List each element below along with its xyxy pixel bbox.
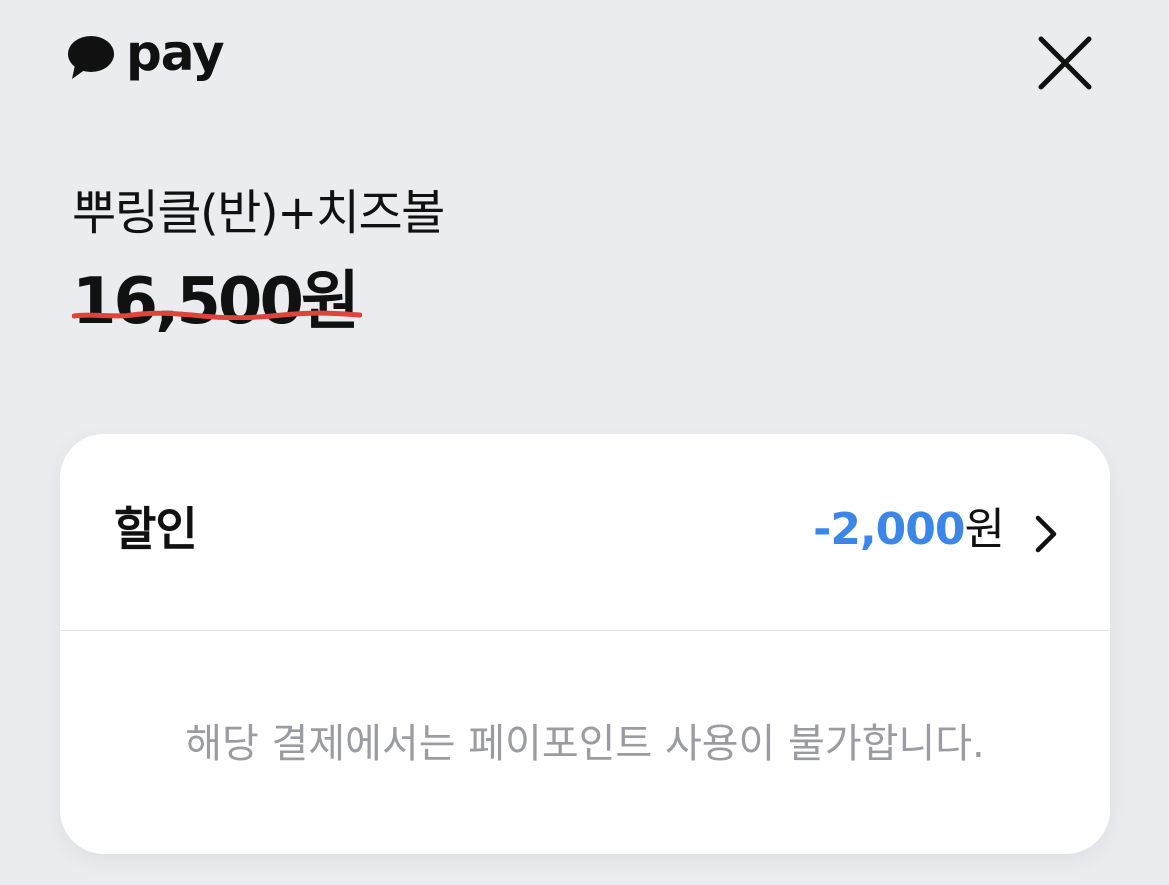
product-name: 뿌링클(반)+치즈볼	[72, 185, 445, 241]
discount-label: 할인	[114, 502, 198, 556]
payment-card: 할인 -2,000원 해당 결제에서는 페이포인트 사용이 불가합니다.	[60, 434, 1110, 854]
discount-amount: -2,000	[813, 504, 965, 555]
point-notice: 해당 결제에서는 페이포인트 사용이 불가합니다.	[185, 721, 985, 767]
kakaopay-logo: pay	[66, 24, 225, 86]
close-icon	[1038, 36, 1092, 90]
original-price-text: 16,500원	[72, 265, 360, 339]
speech-bubble-icon	[68, 36, 114, 79]
chevron-right-icon	[1035, 515, 1057, 553]
divider	[60, 630, 1110, 631]
close-button[interactable]	[1030, 28, 1100, 98]
discount-value: -2,000원	[813, 504, 1005, 555]
price-strikethrough	[72, 310, 362, 320]
original-price: 16,500원	[72, 270, 362, 334]
discount-row[interactable]: 할인 -2,000원	[60, 434, 1110, 630]
logo-text: pay	[126, 24, 225, 82]
discount-unit: 원	[964, 504, 1005, 555]
